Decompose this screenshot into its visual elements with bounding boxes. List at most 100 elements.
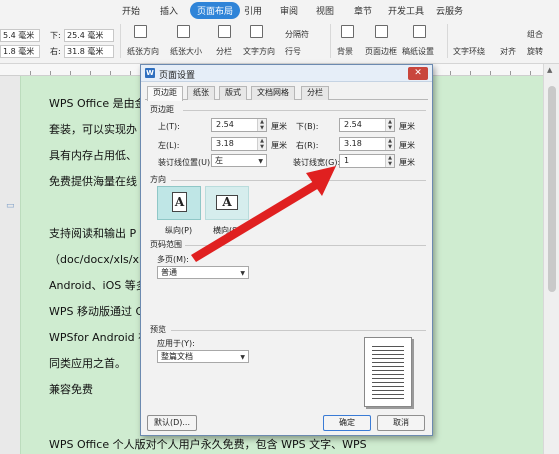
margin-bottom-label: 下: [50,31,61,40]
paper-size-icon[interactable] [177,25,190,38]
doc-line: WPSfor Android 在 [49,331,150,344]
text-direction-icon[interactable] [250,25,263,38]
margins-section-label: 页边距 [150,105,174,114]
group-button[interactable]: 组合 [527,29,543,40]
spinner-icon[interactable]: ▲ ▼ [385,138,394,150]
line-numbers-button[interactable]: 行号 [285,46,301,57]
orientation-section-label: 方向 [150,175,166,184]
draft-paper-button[interactable]: 稿纸设置 [402,46,434,57]
left-margin-label: 左(L): [158,141,180,150]
doc-line: （doc/docx/xls/xlsx [49,253,155,266]
tab-margins[interactable]: 页边距 [147,86,183,101]
section-divider [171,180,426,181]
background-icon[interactable] [341,25,354,38]
top-margin-label: 上(T): [158,122,180,131]
page-preview [364,337,412,407]
gutter-width-input[interactable]: 1 ▲ ▼ [339,154,395,168]
unit-label: 厘米 [399,122,415,131]
tab-references[interactable]: 引用 [244,4,262,17]
cancel-button[interactable]: 取消 [377,415,425,431]
rotate-button[interactable]: 旋转 [527,46,543,57]
unit-label: 厘米 [271,141,287,150]
tab-developer[interactable]: 开发工具 [388,4,424,17]
breaks-button[interactable]: 分隔符 [285,29,309,40]
portrait-option[interactable]: A [157,186,201,220]
multi-page-label: 多页(M): [157,255,189,264]
apply-to-label: 应用于(Y): [157,339,195,348]
tab-home[interactable]: 开始 [122,4,140,17]
landscape-page-icon: A [216,195,238,210]
gutter-position-select[interactable]: 左 ▼ [211,154,267,167]
gutter-position-label: 装订线位置(U): [158,158,213,167]
text-direction-button[interactable]: 文字方向 [243,46,275,57]
bottom-margin-input[interactable]: 2.54 ▲ ▼ [339,118,395,132]
columns-icon[interactable] [218,25,231,38]
chevron-down-icon: ▼ [240,270,245,277]
right-margin-input[interactable]: 3.18 ▲ ▼ [339,137,395,151]
orientation-icon[interactable] [134,25,147,38]
spinner-icon[interactable]: ▲ ▼ [257,138,266,150]
tab-layout[interactable]: 版式 [219,86,247,100]
dialog-titlebar[interactable]: W 页面设置 ✕ [141,65,432,82]
tab-cloud[interactable]: 云服务 [436,4,463,17]
ok-button[interactable]: 确定 [323,415,371,431]
default-button[interactable]: 默认(D)... [147,415,197,431]
page-border-icon[interactable] [375,25,388,38]
tab-columns[interactable]: 分栏 [301,86,329,100]
gutter-width-label: 装订线宽(G): [293,158,341,167]
margin-bottom-field[interactable]: 25.4 毫米 [64,29,114,42]
spinner-icon[interactable]: ▲ ▼ [385,155,394,167]
dialog-tabs: 页边距 纸张 版式 文档网格 分栏 [145,86,428,101]
scroll-up-icon[interactable]: ▲ [547,66,552,74]
doc-line: 具有内存占用低、 [49,149,137,162]
close-icon[interactable]: ✕ [408,67,428,80]
background-button[interactable]: 背景 [337,46,353,57]
doc-line: 兼容免费 [49,383,93,396]
tab-view[interactable]: 视图 [316,4,334,17]
columns-button[interactable]: 分栏 [216,46,232,57]
spinner-icon[interactable]: ▲ ▼ [257,119,266,131]
apply-to-select[interactable]: 整篇文档 ▼ [157,350,249,363]
toolbar-divider [330,24,331,58]
toolbar-divider [120,24,121,58]
paper-size-button[interactable]: 纸张大小 [170,46,202,57]
tab-review[interactable]: 审阅 [280,4,298,17]
doc-line: 套装，可以实现办 [49,123,137,136]
tab-doc-grid[interactable]: 文档网格 [251,86,295,100]
toolbar-divider [447,24,448,58]
left-margin-input[interactable]: 3.18 ▲ ▼ [211,137,267,151]
landscape-option[interactable]: A [205,186,249,220]
align-button[interactable]: 对齐 [500,46,516,57]
margin-top-field[interactable]: 5.4 毫米 [0,29,40,42]
chevron-down-icon: ▼ [240,354,245,361]
doc-line: Android、iOS 等多 [49,279,147,292]
page-border-button[interactable]: 页面边框 [365,46,397,57]
scrollbar-thumb[interactable] [548,86,556,292]
multi-page-select[interactable]: 普通 ▼ [157,266,249,279]
orientation-button[interactable]: 纸张方向 [127,46,159,57]
spinner-icon[interactable]: ▲ ▼ [385,119,394,131]
doc-line: WPS Office 是由金 [49,97,146,110]
tab-chapter[interactable]: 章节 [354,4,372,17]
doc-line: WPS Office 个人版对个人用户永久免费，包含 WPS 文字、WPS [49,438,367,451]
unit-label: 厘米 [399,158,415,167]
tab-paper[interactable]: 纸张 [187,86,215,100]
unit-label: 厘米 [399,141,415,150]
dialog-title: 页面设置 [159,71,196,81]
tab-insert[interactable]: 插入 [160,4,178,17]
portrait-page-icon: A [172,192,187,212]
text-wrap-button[interactable]: 文字环绕 [453,46,485,57]
chevron-down-icon: ▼ [258,158,263,165]
top-margin-input[interactable]: 2.54 ▲ ▼ [211,118,267,132]
page-range-section-label: 页码范围 [150,240,182,249]
draft-paper-icon[interactable] [413,25,426,38]
doc-line: 同类应用之首。 [49,357,126,370]
margin-right-field[interactable]: 31.8 毫米 [64,45,114,58]
page-setup-dialog: W 页面设置 ✕ 页边距 纸张 版式 文档网格 分栏 页边距 上(T): 2.5… [140,64,433,436]
margin-left-field[interactable]: 1.8 毫米 [0,45,40,58]
tab-page-layout[interactable]: 页面布局 [190,2,241,19]
landscape-label: 横向(S) [213,226,241,235]
wps-app-icon: W [145,68,155,78]
right-margin-label: 右(R): [296,141,319,150]
vertical-scrollbar[interactable]: ▲ [543,64,559,454]
